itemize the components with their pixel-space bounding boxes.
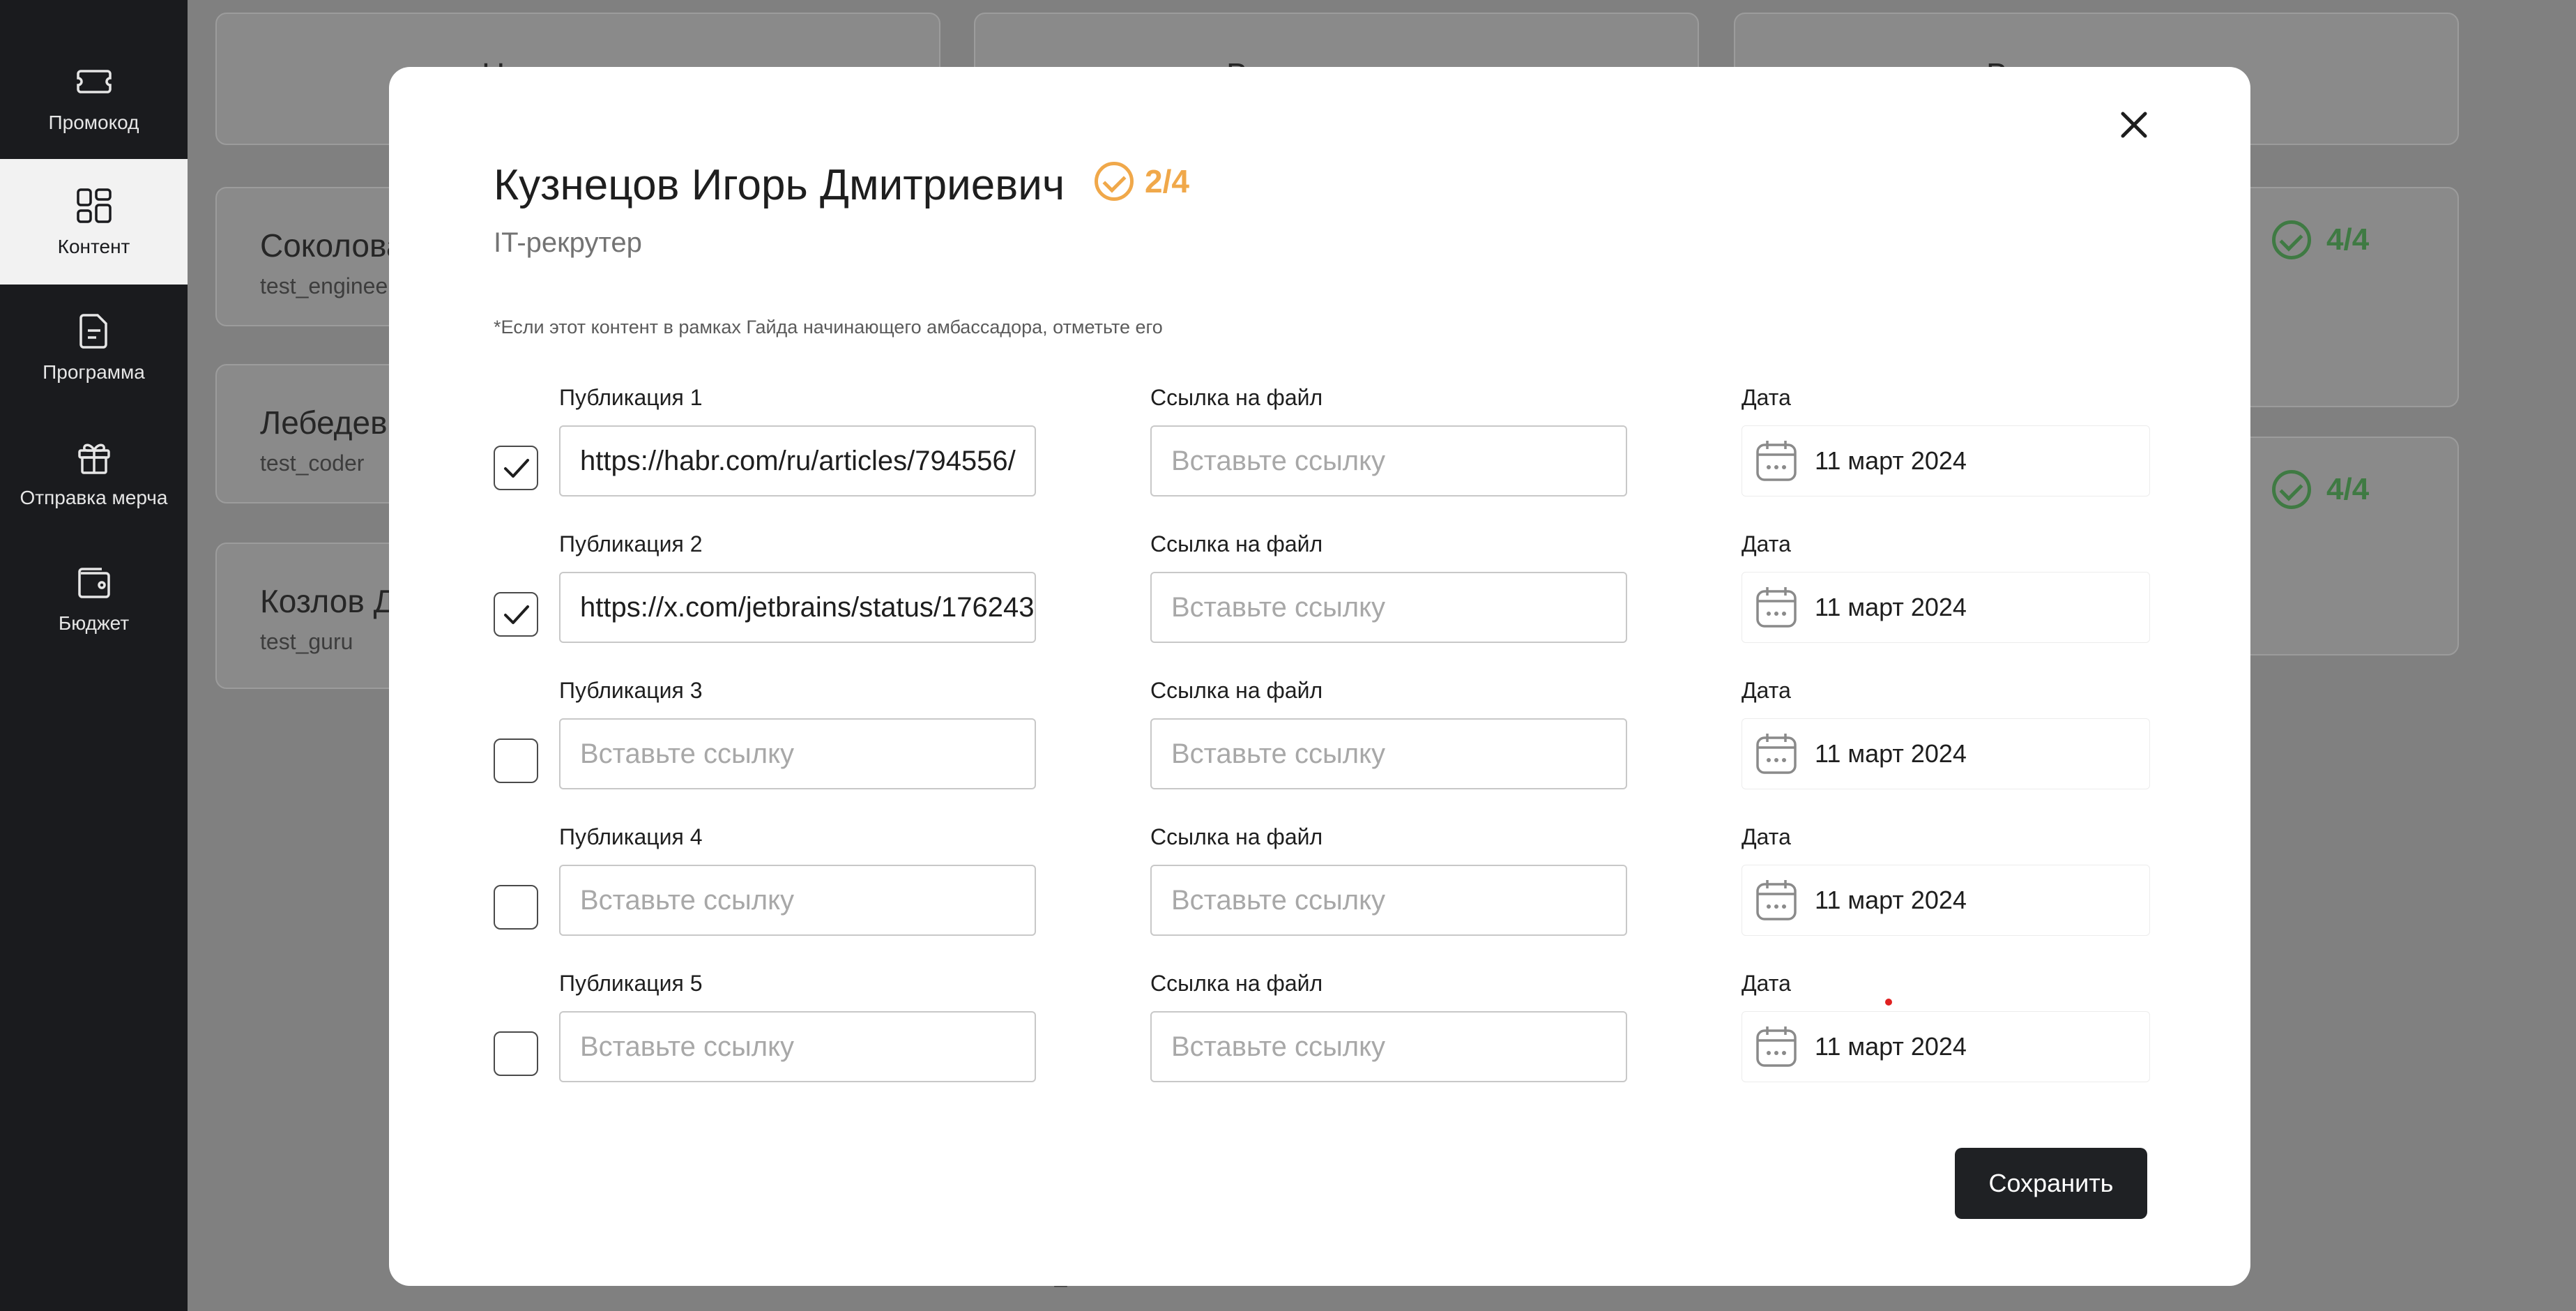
ticket-icon — [74, 61, 114, 102]
publication-row: Публикация 1 https://habr.com/ru/articles… — [389, 385, 2250, 524]
close-button[interactable] — [2104, 95, 2164, 155]
document-icon — [74, 311, 114, 351]
file-link-label: Ссылка на файл — [1150, 678, 1323, 703]
publication-label: Публикация 4 — [559, 824, 703, 849]
calendar-icon — [1756, 734, 1797, 774]
calendar-icon — [1756, 880, 1797, 920]
file-link-label: Ссылка на файл — [1150, 824, 1323, 849]
publication-row: Публикация 4 Вставьте ссылку Ссылка на фай… — [389, 824, 2250, 964]
cursor-dot — [1885, 999, 1892, 1006]
modal-title: Кузнецов Игорь Дмитриевич — [494, 161, 1065, 209]
publication-link-input[interactable]: Вставьте ссылку — [559, 865, 1036, 936]
guide-checkbox[interactable] — [494, 592, 538, 637]
checkmark-icon — [504, 459, 529, 478]
sidebar-item-label: Промокод — [48, 112, 139, 133]
calendar-icon — [1756, 1026, 1797, 1067]
check-circle-icon — [1095, 162, 1134, 201]
progress-badge: 4/4 — [2272, 470, 2369, 509]
date-value: 11 март 2024 — [1815, 886, 1967, 914]
progress-count: 2/4 — [1145, 163, 1189, 199]
date-picker[interactable]: 11 март 2024 — [1742, 425, 2150, 497]
progress-badge: 4/4 — [2272, 220, 2369, 259]
sidebar: Промокод Контент Программа Отправка мерч… — [0, 0, 188, 1311]
guide-checkbox[interactable] — [494, 446, 538, 490]
date-label: Дата — [1742, 385, 1791, 410]
date-picker[interactable]: 11 март 2024 — [1742, 1011, 2150, 1082]
publication-link-input[interactable]: https://habr.com/ru/articles/794556/ — [559, 425, 1036, 497]
file-link-label: Ссылка на файл — [1150, 385, 1323, 410]
guide-note: *Если этот контент в рамках Гайда начина… — [494, 317, 1163, 338]
calendar-icon — [1756, 587, 1797, 628]
guide-checkbox[interactable] — [494, 738, 538, 783]
date-value: 11 март 2024 — [1815, 446, 1967, 475]
sidebar-item-program[interactable]: Программа — [0, 285, 188, 410]
sidebar-item-label: Программа — [43, 361, 145, 383]
publication-row: Публикация 3 Вставьте ссылку Ссылка на фай… — [389, 678, 2250, 817]
date-value: 11 март 2024 — [1815, 739, 1967, 768]
publication-row: Публикация 5 Вставьте ссылку Ссылка на фай… — [389, 971, 2250, 1110]
date-label: Дата — [1742, 678, 1791, 703]
guide-checkbox[interactable] — [494, 885, 538, 930]
guide-checkbox[interactable] — [494, 1031, 538, 1076]
check-circle-icon — [2272, 470, 2311, 509]
file-link-input[interactable]: Вставьте ссылку — [1150, 865, 1627, 936]
publication-link-input[interactable]: Вставьте ссылку — [559, 718, 1036, 789]
wallet-icon — [74, 562, 114, 603]
file-link-input[interactable]: Вставьте ссылку — [1150, 572, 1627, 643]
date-picker[interactable]: 11 март 2024 — [1742, 718, 2150, 789]
date-label: Дата — [1742, 531, 1791, 556]
file-link-input[interactable]: Вставьте ссылку — [1150, 425, 1627, 497]
date-picker[interactable]: 11 март 2024 — [1742, 865, 2150, 936]
publication-link-input[interactable]: https://x.com/jetbrains/status/1762437 — [559, 572, 1036, 643]
date-value: 11 март 2024 — [1815, 1032, 1967, 1061]
sidebar-item-label: Контент — [57, 236, 130, 257]
publication-link-input[interactable]: Вставьте ссылку — [559, 1011, 1036, 1082]
publication-label: Публикация 3 — [559, 678, 703, 703]
publication-label: Публикация 1 — [559, 385, 703, 410]
checkmark-icon — [504, 605, 529, 624]
save-button[interactable]: Сохранить — [1955, 1148, 2147, 1219]
close-icon — [2121, 112, 2147, 138]
sidebar-item-label: Бюджет — [58, 612, 130, 634]
progress-badge: 2/4 — [1095, 162, 1189, 201]
date-picker[interactable]: 11 март 2024 — [1742, 572, 2150, 643]
check-circle-icon — [2272, 220, 2311, 259]
publication-row: Публикация 2 https://x.com/jetbrains/stat… — [389, 531, 2250, 671]
content-modal: Кузнецов Игорь Дмитриевич 2/4 IT-рекруте… — [389, 67, 2250, 1286]
sidebar-item-content[interactable]: Контент — [0, 159, 188, 285]
date-label: Дата — [1742, 971, 1791, 996]
sidebar-item-label: Отправка мерча — [20, 487, 168, 508]
date-value: 11 март 2024 — [1815, 593, 1967, 621]
sidebar-item-budget[interactable]: Бюджет — [0, 536, 188, 661]
sidebar-item-merch[interactable]: Отправка мерча — [0, 410, 188, 536]
file-link-label: Ссылка на файл — [1150, 531, 1323, 556]
modal-subtitle: IT-рекрутер — [494, 227, 642, 258]
sidebar-item-promocode[interactable]: Промокод — [0, 35, 188, 160]
grid-icon — [74, 185, 114, 226]
date-label: Дата — [1742, 824, 1791, 849]
gift-icon — [74, 437, 114, 477]
file-link-input[interactable]: Вставьте ссылку — [1150, 718, 1627, 789]
file-link-input[interactable]: Вставьте ссылку — [1150, 1011, 1627, 1082]
publication-label: Публикация 2 — [559, 531, 703, 556]
file-link-label: Ссылка на файл — [1150, 971, 1323, 996]
calendar-icon — [1756, 441, 1797, 481]
publication-label: Публикация 5 — [559, 971, 703, 996]
